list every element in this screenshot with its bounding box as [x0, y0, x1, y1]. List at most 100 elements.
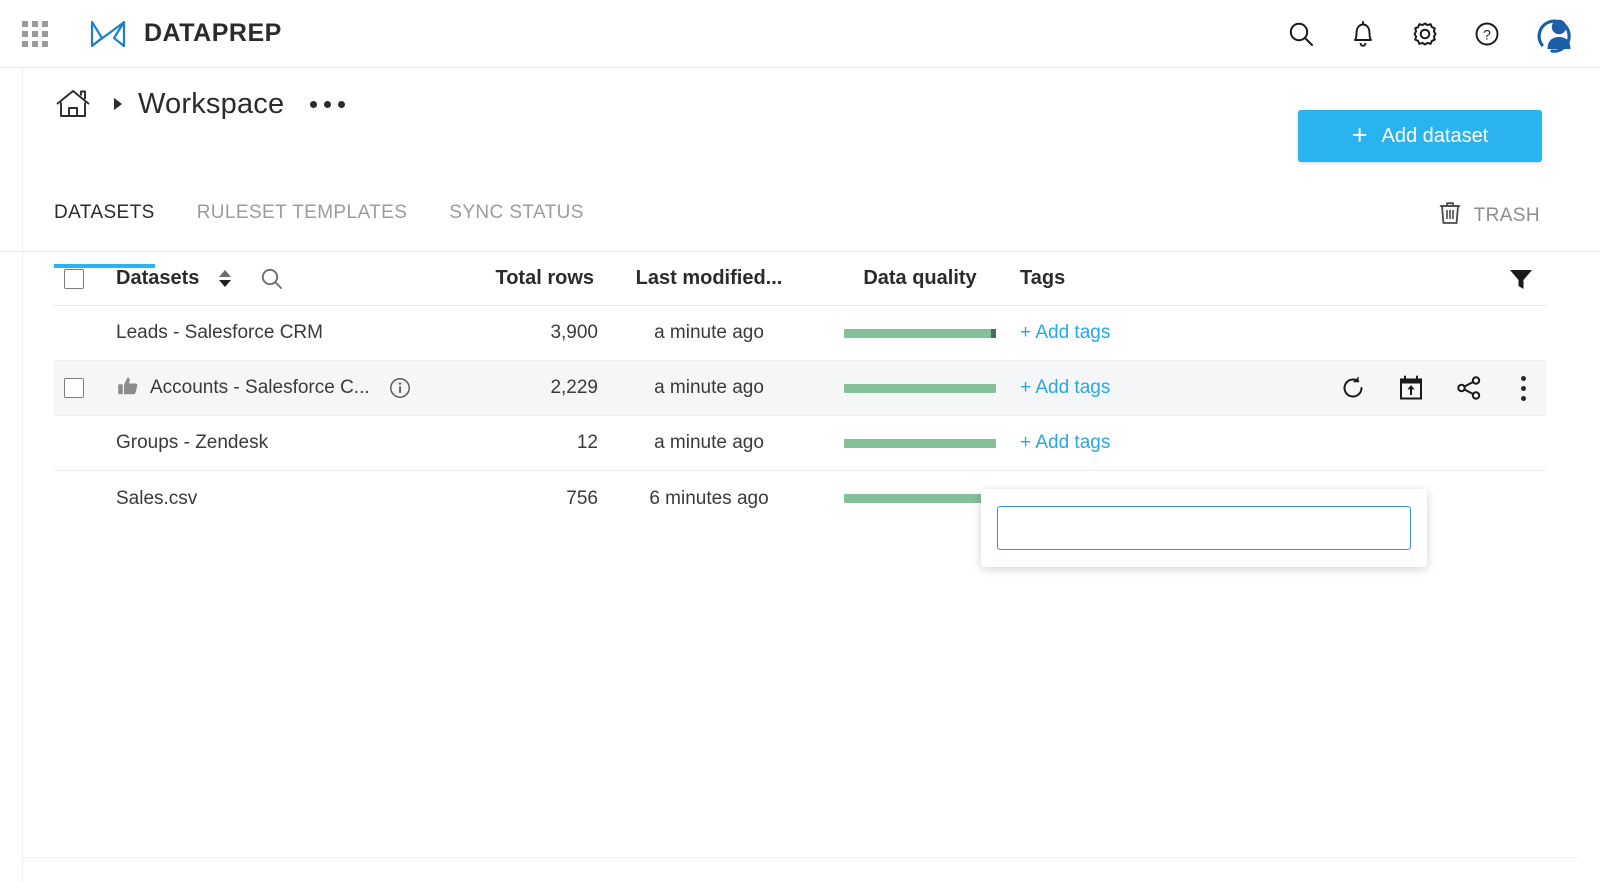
column-tags[interactable]: Tags — [1020, 267, 1250, 290]
chevron-right-icon — [114, 98, 122, 110]
column-data-quality-label: Data quality — [863, 267, 977, 289]
column-datasets-label: Datasets — [116, 267, 200, 289]
add-tags-popup — [981, 489, 1427, 567]
tab-bar: DATASETS RULESET TEMPLATES SYNC STATUS T… — [0, 196, 1600, 268]
dataprep-logomark-icon — [86, 14, 130, 54]
filter-icon[interactable] — [1508, 267, 1534, 291]
data-quality-cell — [820, 328, 1020, 338]
column-last-modified-label: Last modified... — [635, 267, 783, 289]
column-total-rows-label: Total rows — [495, 267, 594, 289]
sync-icon[interactable] — [1339, 374, 1367, 402]
help-icon[interactable]: ? — [1470, 17, 1504, 51]
total-rows-value: 3,900 — [550, 322, 598, 343]
total-rows-cell: 3,900 — [446, 322, 598, 344]
app-window: DATAPREP ? Workspace + Add dataset DATAS… — [0, 0, 1600, 882]
add-tags-link[interactable]: + Add tags — [1020, 377, 1110, 398]
add-dataset-label: Add dataset — [1381, 124, 1489, 147]
top-navigation-bar: DATAPREP ? — [0, 0, 1600, 68]
thumbs-up-icon[interactable] — [116, 374, 140, 403]
plus-icon: + — [1351, 119, 1368, 150]
column-last-modified[interactable]: Last modified... — [598, 267, 820, 290]
tab-datasets[interactable]: DATASETS — [54, 196, 177, 268]
dataset-name: Leads - Salesforce CRM — [116, 322, 323, 343]
table-row[interactable]: Accounts - Salesforce C... 2,229 a minut… — [54, 361, 1546, 416]
row-select-cell — [54, 378, 116, 398]
tab-sync-status[interactable]: SYNC STATUS — [449, 196, 606, 252]
tag-input[interactable] — [997, 506, 1411, 550]
row-actions-cell — [1250, 372, 1546, 405]
data-quality-cell — [820, 438, 1020, 448]
tab-sync-status-label: SYNC STATUS — [449, 202, 584, 223]
row-checkbox[interactable] — [64, 378, 84, 398]
dataset-name-cell[interactable]: Groups - Zendesk — [116, 432, 446, 454]
breadcrumb: Workspace — [54, 87, 347, 121]
ellipsis-icon[interactable] — [308, 93, 347, 116]
add-tags-link[interactable]: + Add tags — [1020, 322, 1110, 343]
last-modified-value: 6 minutes ago — [649, 487, 769, 509]
page-frame-bottom — [22, 857, 1578, 858]
last-modified-value: a minute ago — [654, 377, 764, 398]
tab-datasets-label: DATASETS — [54, 202, 155, 223]
sort-arrows-icon[interactable] — [219, 270, 232, 287]
total-rows-cell: 2,229 — [446, 377, 598, 399]
datasets-table: Datasets Total rows Last modified... Dat… — [54, 252, 1546, 526]
total-rows-value: 12 — [576, 432, 598, 453]
dataset-name-cell[interactable]: Leads - Salesforce CRM — [116, 322, 446, 344]
brand-name: DATAPREP — [144, 19, 282, 47]
column-datasets[interactable]: Datasets — [116, 266, 446, 292]
total-rows-value: 2,229 — [550, 377, 598, 398]
home-icon[interactable] — [54, 87, 92, 121]
data-quality-bar — [844, 494, 996, 503]
add-dataset-button[interactable]: + Add dataset — [1298, 110, 1542, 162]
user-avatar[interactable] — [1532, 11, 1578, 57]
kebab-menu-icon[interactable] — [1513, 372, 1534, 405]
column-tags-label: Tags — [1020, 267, 1066, 289]
svg-text:?: ? — [1483, 26, 1491, 42]
tags-cell: + Add tags — [1020, 377, 1250, 399]
top-bar-icon-group: ? — [1284, 11, 1600, 57]
trash-button[interactable]: TRASH — [1438, 200, 1540, 232]
data-quality-cell — [820, 383, 1020, 393]
bell-icon[interactable] — [1346, 17, 1380, 51]
dataset-name: Accounts - Salesforce C... — [150, 377, 370, 398]
dataset-name-cell[interactable]: Sales.csv — [116, 488, 446, 510]
select-all-cell — [54, 268, 116, 289]
add-tags-link[interactable]: + Add tags — [1020, 432, 1110, 453]
search-icon[interactable] — [259, 266, 285, 292]
gear-icon[interactable] — [1408, 17, 1442, 51]
data-quality-bar — [844, 383, 996, 393]
tab-group: DATASETS RULESET TEMPLATES SYNC STATUS — [54, 196, 626, 268]
last-modified-cell: 6 minutes ago — [598, 488, 820, 510]
search-icon[interactable] — [1284, 17, 1318, 51]
share-icon[interactable] — [1455, 374, 1483, 402]
info-icon[interactable] — [388, 376, 412, 400]
column-total-rows[interactable]: Total rows — [446, 267, 598, 290]
last-modified-cell: a minute ago — [598, 432, 820, 454]
tags-cell: + Add tags — [1020, 432, 1250, 454]
table-header-row: Datasets Total rows Last modified... Dat… — [54, 252, 1546, 306]
brand-logo[interactable]: DATAPREP — [86, 14, 282, 54]
trash-icon — [1438, 200, 1462, 232]
tab-ruleset-templates[interactable]: RULESET TEMPLATES — [197, 196, 430, 252]
last-modified-value: a minute ago — [654, 432, 764, 453]
select-all-checkbox[interactable] — [64, 268, 84, 289]
grid-apps-icon[interactable] — [22, 20, 48, 47]
data-quality-bar — [844, 438, 996, 448]
dataset-name: Sales.csv — [116, 487, 198, 509]
dataset-name: Groups - Zendesk — [116, 432, 269, 453]
page-title: Workspace — [138, 87, 285, 120]
schedule-export-icon[interactable] — [1397, 374, 1425, 402]
last-modified-cell: a minute ago — [598, 377, 820, 399]
dataset-name-cell[interactable]: Accounts - Salesforce C... — [116, 374, 446, 403]
total-rows-cell: 12 — [446, 432, 598, 454]
total-rows-value: 756 — [566, 487, 598, 509]
table-row[interactable]: Leads - Salesforce CRM 3,900 a minute ag… — [54, 306, 1546, 361]
data-quality-bar — [844, 328, 996, 338]
table-row[interactable]: Groups - Zendesk 12 a minute ago + Add t… — [54, 416, 1546, 471]
trash-label: TRASH — [1473, 205, 1540, 226]
column-data-quality[interactable]: Data quality — [820, 267, 1020, 290]
last-modified-value: a minute ago — [654, 322, 764, 343]
column-actions — [1250, 267, 1546, 291]
tab-ruleset-templates-label: RULESET TEMPLATES — [196, 202, 408, 223]
tags-cell: + Add tags — [1020, 322, 1250, 344]
